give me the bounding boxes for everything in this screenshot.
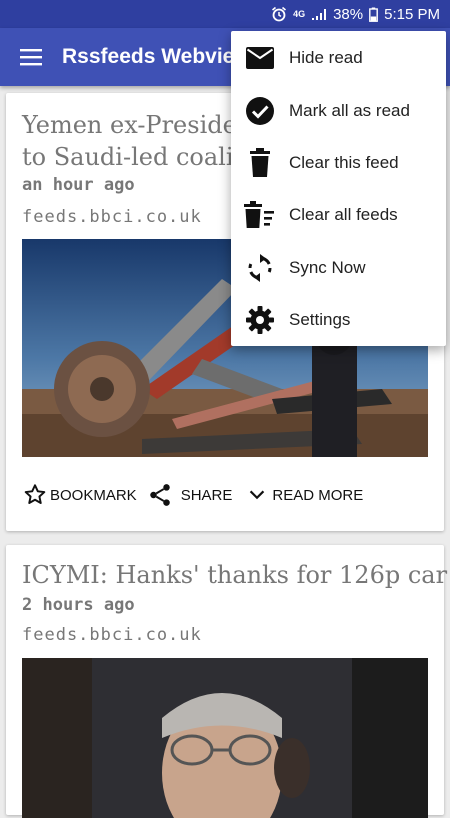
menu-item-clear-all-feeds[interactable]: Clear all feeds [231,189,446,241]
read-more-button[interactable]: READ MORE [246,484,363,506]
article-time: 2 hours ago [22,595,135,615]
menu-item-label: Clear this feed [289,152,399,172]
network-type: 4G [293,9,306,19]
feed-card[interactable]: ICYMI: Hanks' thanks for 126p car 2 hour… [6,545,447,818]
overflow-menu: Hide read Mark all as read Clear this fe… [231,31,446,346]
trash-icon [231,147,289,178]
share-icon [149,484,170,506]
menu-item-label: Mark all as read [289,100,410,120]
share-button[interactable]: SHARE [147,482,233,508]
gear-icon [231,305,289,335]
share-label: SHARE [180,486,233,504]
hamburger-menu-button[interactable] [0,28,62,86]
menu-item-hide-read[interactable]: Hide read [231,32,446,84]
clock: 5:15 PM [384,5,440,23]
article-source: feeds.bbci.co.uk [22,207,202,227]
signal-icon [311,7,327,21]
article-image[interactable] [22,658,428,818]
bookmark-button[interactable]: BOOKMARK [22,482,137,508]
article-title-line-1[interactable]: Yemen ex-President [22,109,262,141]
menu-item-settings[interactable]: Settings [231,294,446,346]
menu-item-label: Clear all feeds [289,205,398,225]
menu-item-clear-feed[interactable]: Clear this feed [231,137,446,189]
bookmark-label: BOOKMARK [50,486,137,504]
star-outline-icon [24,484,46,504]
article-title[interactable]: ICYMI: Hanks' thanks for 126p car [22,559,447,591]
menu-item-label: Settings [289,310,351,330]
article-actions: BOOKMARK SHARE READ MORE [22,480,373,510]
menu-item-label: Hide read [289,48,363,68]
battery-level: 38% [333,5,364,23]
sync-icon [231,253,289,283]
envelope-icon [231,46,289,70]
menu-item-label: Sync Now [289,257,366,277]
chevron-down-icon [250,490,265,500]
menu-item-mark-all-read[interactable]: Mark all as read [231,84,446,136]
alarm-icon [271,6,287,22]
delete-sweep-icon [231,201,289,229]
battery-icon [369,7,379,22]
article-source: feeds.bbci.co.uk [22,625,202,645]
article-time: an hour ago [22,175,135,195]
app-title: Rssfeeds Webview [62,45,251,68]
check-circle-icon [231,96,289,126]
hamburger-icon [20,49,42,66]
status-bar: 4G 38% 5:15 PM [0,0,450,28]
read-more-label: READ MORE [272,486,364,504]
menu-item-sync-now[interactable]: Sync Now [231,242,446,294]
